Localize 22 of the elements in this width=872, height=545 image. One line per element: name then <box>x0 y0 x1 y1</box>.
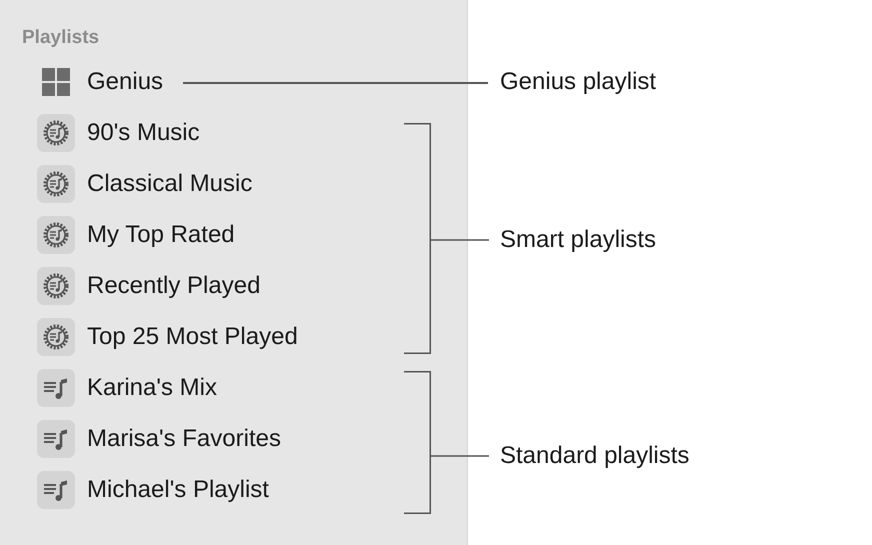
playlist-item[interactable]: 90's Music <box>0 107 467 158</box>
gear-music-icon <box>37 114 75 152</box>
gear-music-icon <box>37 216 75 254</box>
playlist-item[interactable]: Classical Music <box>0 158 467 209</box>
music-list-icon <box>37 420 75 458</box>
music-list-icon <box>37 368 75 406</box>
music-list-icon <box>37 470 75 508</box>
section-header: Playlists <box>21 26 100 50</box>
grid-icon <box>42 68 70 96</box>
playlist-item[interactable]: Genius <box>0 56 467 107</box>
playlist-item[interactable]: Michael's Playlist <box>0 464 467 515</box>
playlist-item[interactable]: Karina's Mix <box>0 362 467 413</box>
playlist-item[interactable]: Recently Played <box>0 260 467 311</box>
gear-music-icon <box>37 164 75 202</box>
playlist-item[interactable]: Marisa's Favorites <box>0 413 467 464</box>
playlist-item[interactable]: My Top Rated <box>0 209 467 260</box>
callout-label: Smart playlists <box>500 225 656 255</box>
gear-music-icon <box>37 318 75 356</box>
callout-label: Standard playlists <box>500 441 690 471</box>
callout-label: Genius playlist <box>500 67 656 97</box>
playlist-item[interactable]: Top 25 Most Played <box>0 311 467 362</box>
gear-music-icon <box>37 266 75 304</box>
